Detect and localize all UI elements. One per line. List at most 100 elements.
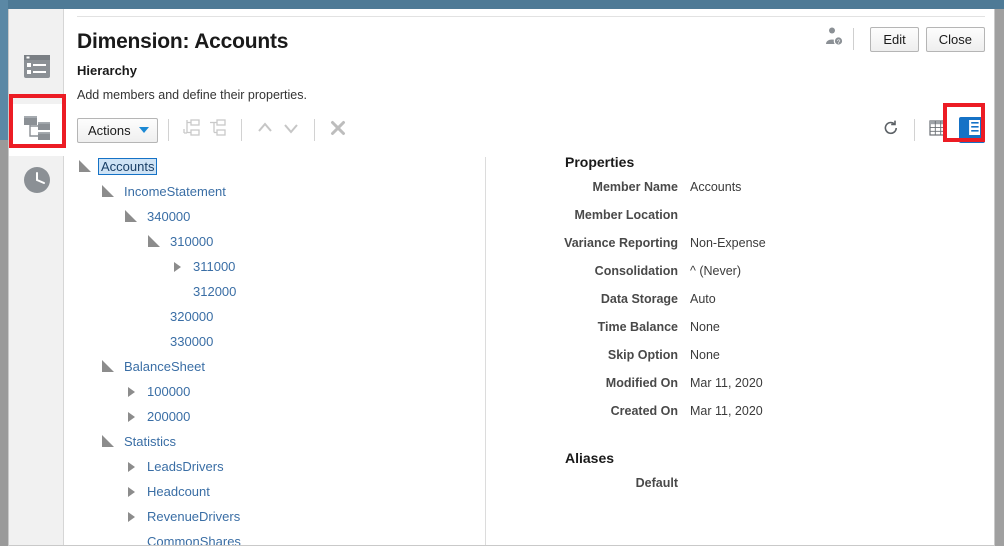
section-description: Add members and define their properties. — [77, 88, 307, 102]
property-value: ^ (Never) — [690, 264, 742, 278]
tree-collapse-icon[interactable] — [123, 509, 139, 525]
properties-panel: Properties Member Name Accounts Member Loc… — [502, 154, 972, 545]
chevron-down-icon — [138, 127, 149, 133]
user-help-button[interactable]: ? — [820, 26, 848, 52]
property-value: Mar 11, 2020 — [690, 376, 763, 390]
move-up-button[interactable] — [252, 117, 278, 143]
triangle-down-icon — [102, 360, 114, 372]
dialog-content: Dimension: Accounts Hierarchy Add member… — [64, 9, 994, 545]
add-sibling-icon — [209, 118, 227, 142]
aliases-heading: Aliases — [565, 450, 615, 466]
add-child-button[interactable] — [179, 117, 205, 143]
tree-node[interactable]: Headcount — [77, 479, 485, 504]
page-scrollbar[interactable] — [995, 9, 1004, 546]
tree-node[interactable]: 310000 — [77, 229, 485, 254]
sidebar-item-details[interactable] — [9, 43, 64, 95]
property-row: Time Balance None — [502, 320, 972, 348]
refresh-icon — [882, 119, 900, 142]
tree-node-label[interactable]: 310000 — [167, 234, 216, 249]
tree-expand-icon[interactable] — [146, 234, 162, 250]
properties-heading: Properties — [565, 154, 635, 170]
tree-node-label[interactable]: Statistics — [121, 434, 179, 449]
property-value: None — [690, 348, 720, 362]
dimension-sidebar-rail — [9, 9, 64, 545]
tree-node[interactable]: 311000 — [77, 254, 485, 279]
tree-node-label[interactable]: 311000 — [190, 259, 238, 274]
section-title: Hierarchy — [77, 63, 137, 78]
tree-node-label[interactable]: 340000 — [144, 209, 193, 224]
actions-menu-button[interactable]: Actions — [77, 117, 158, 143]
tree-node-label[interactable]: Headcount — [144, 484, 213, 499]
sidebar-item-hierarchy[interactable] — [9, 104, 64, 156]
property-label: Member Location — [574, 208, 679, 222]
tree-node-label[interactable]: Accounts — [98, 158, 158, 175]
triangle-right-icon — [127, 386, 135, 397]
property-value: None — [690, 320, 720, 334]
tree-node-label[interactable]: RevenueDrivers — [144, 509, 243, 524]
tree-node[interactable]: LeadsDrivers — [77, 454, 485, 479]
member-tree[interactable]: Accounts IncomeStatement 340000 310000 31100… — [77, 154, 485, 545]
toolbar-separator-3 — [313, 119, 315, 141]
tree-node[interactable]: 320000 — [77, 304, 485, 329]
tree-node-label[interactable]: LeadsDrivers — [144, 459, 227, 474]
triangle-down-icon — [79, 160, 91, 172]
property-label: Variance Reporting — [564, 236, 678, 250]
delete-button[interactable] — [325, 117, 351, 143]
dimension-details-icon — [23, 54, 51, 84]
toolbar-separator-2 — [240, 119, 242, 141]
tree-node[interactable]: Statistics — [77, 429, 485, 454]
tree-expand-icon[interactable] — [100, 184, 116, 200]
tree-node[interactable]: 340000 — [77, 204, 485, 229]
toolbar-right-group — [878, 117, 985, 143]
tree-node[interactable]: 100000 — [77, 379, 485, 404]
property-row: Skip Option None — [502, 348, 972, 376]
property-label: Skip Option — [607, 348, 678, 362]
tree-node-label[interactable]: 330000 — [167, 334, 216, 349]
tree-node[interactable]: IncomeStatement — [77, 179, 485, 204]
history-clock-icon — [22, 165, 52, 200]
tree-node[interactable]: CommonShares — [77, 529, 485, 545]
tree-node[interactable]: BalanceSheet — [77, 354, 485, 379]
grid-view-button[interactable] — [925, 117, 951, 143]
actions-label: Actions — [88, 122, 131, 138]
property-label: Modified On — [605, 376, 678, 390]
tree-collapse-icon[interactable] — [123, 384, 139, 400]
property-label: Member Name — [592, 180, 678, 194]
tree-node-label[interactable]: 200000 — [144, 409, 193, 424]
background-left-strip-lower — [0, 140, 8, 546]
refresh-button[interactable] — [878, 117, 904, 143]
add-sibling-button[interactable] — [205, 117, 231, 143]
tree-expand-icon[interactable] — [100, 434, 116, 450]
triangle-down-icon — [125, 210, 137, 222]
properties-panel-toggle[interactable] — [959, 117, 985, 143]
tree-node-label[interactable]: 100000 — [144, 384, 193, 399]
move-down-button[interactable] — [278, 117, 304, 143]
tree-node[interactable]: 200000 — [77, 404, 485, 429]
tree-node[interactable]: Accounts — [77, 154, 485, 179]
tree-node-label[interactable]: 312000 — [190, 284, 239, 299]
tree-node[interactable]: RevenueDrivers — [77, 504, 485, 529]
edit-button[interactable]: Edit — [870, 26, 919, 52]
tree-collapse-icon[interactable] — [123, 484, 139, 500]
tree-node-label[interactable]: IncomeStatement — [121, 184, 229, 199]
page-title: Dimension: Accounts — [77, 30, 289, 53]
tree-node[interactable]: 330000 — [77, 329, 485, 354]
tree-node-label[interactable]: 320000 — [167, 309, 216, 324]
tree-node[interactable]: 312000 — [77, 279, 485, 304]
tree-expand-icon[interactable] — [100, 359, 116, 375]
sidebar-item-history[interactable] — [9, 156, 64, 208]
tree-collapse-icon[interactable] — [123, 459, 139, 475]
pane-divider — [485, 157, 486, 545]
triangle-down-icon — [102, 185, 114, 197]
dimension-editor-dialog: Dimension: Accounts Hierarchy Add member… — [8, 9, 995, 546]
tree-node-label[interactable]: BalanceSheet — [121, 359, 208, 374]
tree-collapse-icon[interactable] — [123, 409, 139, 425]
close-button[interactable]: Close — [925, 26, 985, 52]
tree-collapse-icon[interactable] — [169, 259, 185, 275]
tree-expand-icon[interactable] — [77, 159, 93, 175]
tree-expand-icon[interactable] — [123, 209, 139, 225]
property-label: Time Balance — [597, 320, 678, 334]
tree-node-label[interactable]: CommonShares — [144, 534, 244, 545]
